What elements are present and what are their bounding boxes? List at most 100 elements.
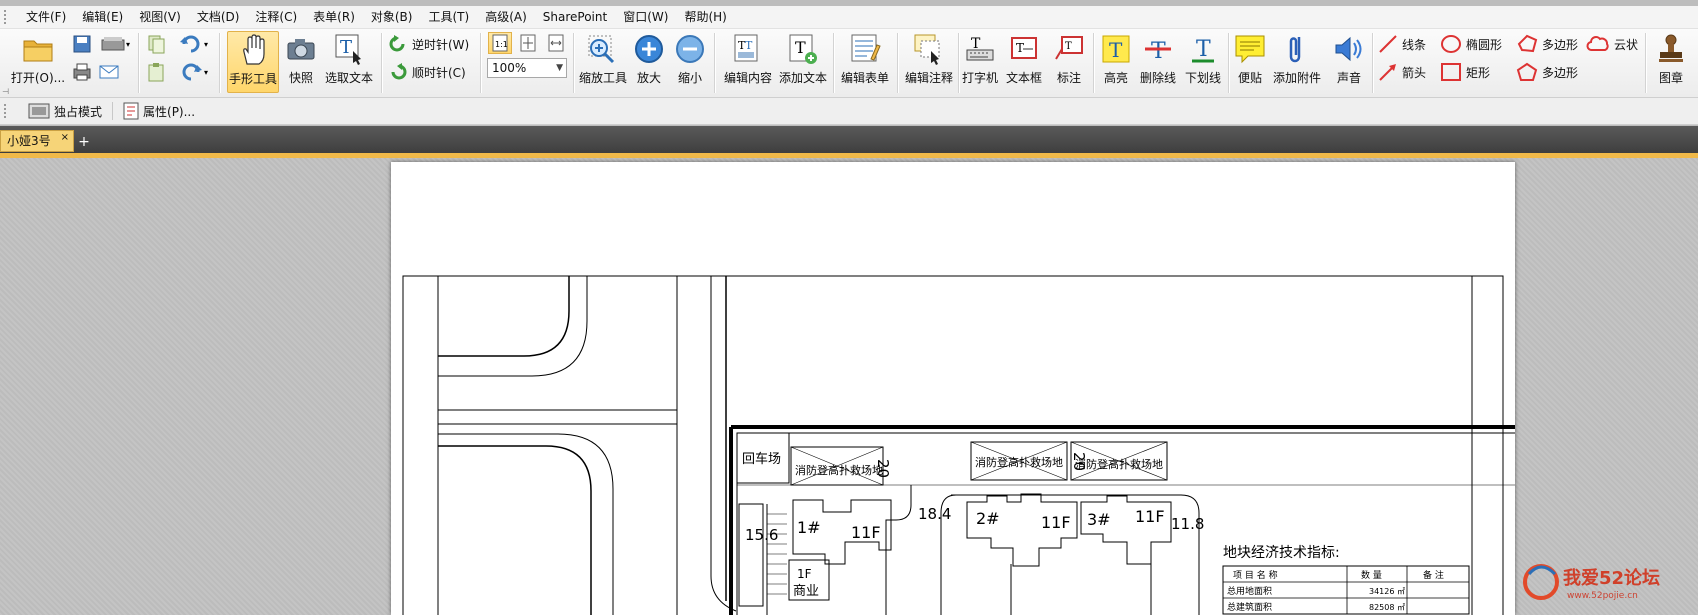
scanner-icon[interactable]: ▾ xyxy=(98,33,132,55)
separator xyxy=(381,33,383,93)
fit-width-icon[interactable] xyxy=(544,32,568,54)
toolbar-grip[interactable] xyxy=(4,104,18,118)
arrow-label: 箭头 xyxy=(1402,65,1427,80)
zoom-tool-button[interactable]: 缩放工具 xyxy=(577,31,629,93)
menu-item-5[interactable]: 表单(R) xyxy=(305,7,363,27)
menu-item-7[interactable]: 工具(T) xyxy=(420,7,477,27)
separator xyxy=(1645,33,1647,93)
arrow-tool[interactable]: 箭头 xyxy=(1378,61,1426,83)
polygon-icon xyxy=(1517,34,1538,53)
rectangle-tool[interactable]: 矩形 xyxy=(1440,61,1490,83)
table-cell: 82508 ㎡ xyxy=(1369,603,1405,612)
note-button[interactable]: 便贴 xyxy=(1232,31,1268,93)
callout-label: 标注 xyxy=(1056,71,1081,85)
edit-content-button[interactable]: TT 编辑内容 xyxy=(720,31,776,93)
cloud-tool[interactable]: 云状 xyxy=(1586,33,1638,55)
edit-form-label: 编辑表单 xyxy=(840,71,889,85)
separator xyxy=(833,33,835,93)
svg-text:T: T xyxy=(745,39,753,52)
copy-icon[interactable] xyxy=(144,33,168,55)
menu-grip[interactable] xyxy=(4,10,18,24)
menu-item-2[interactable]: 视图(V) xyxy=(131,7,189,27)
attach-label: 添加附件 xyxy=(1272,71,1321,85)
stamp-button[interactable]: 图章 xyxy=(1650,31,1692,93)
svg-text:T: T xyxy=(1016,41,1024,55)
email-icon[interactable] xyxy=(98,61,122,83)
menu-item-11[interactable]: 帮助(H) xyxy=(676,7,734,27)
label-dim-15-6: 15.6 xyxy=(745,526,778,544)
select-text-label: 选取文本 xyxy=(324,71,373,85)
save-icon[interactable] xyxy=(70,33,94,55)
select-text-button[interactable]: T 选取文本 xyxy=(321,31,377,93)
add-text-button[interactable]: T 添加文本 xyxy=(777,31,829,93)
paperclip-icon xyxy=(1281,33,1313,65)
table-cell: 总用地面积 xyxy=(1227,585,1272,597)
textbox-icon: T xyxy=(1008,33,1040,65)
edit-form-button[interactable]: 编辑表单 xyxy=(837,31,893,93)
rotate-ccw-button[interactable]: 逆时针(W) xyxy=(388,33,469,55)
edit-content-label: 编辑内容 xyxy=(723,71,772,85)
strikeout-button[interactable]: T 删除线 xyxy=(1137,31,1179,93)
strikeout-label: 删除线 xyxy=(1139,71,1176,85)
menu-item-3[interactable]: 文档(D) xyxy=(189,7,248,27)
document-tab[interactable]: 小娅3号 × xyxy=(0,130,74,152)
pdf-page[interactable]: 回车场 消防登高扑救场地 消防登高扑救场地 消防登高扑救场地 20 20 15.… xyxy=(391,162,1515,615)
menu-item-0[interactable]: 文件(F) xyxy=(18,7,74,27)
callout-icon: T xyxy=(1053,33,1085,65)
zoom-out-button[interactable]: 缩小 xyxy=(672,31,708,93)
note-label: 便贴 xyxy=(1237,71,1262,85)
sound-button[interactable]: 声音 xyxy=(1327,31,1371,93)
new-tab-icon[interactable]: + xyxy=(76,134,92,150)
table-header-qty: 数 量 xyxy=(1361,569,1382,581)
actual-size-icon[interactable]: 1:1 xyxy=(488,32,512,54)
menu-item-9[interactable]: SharePoint xyxy=(535,7,615,27)
label-dim-20-left: 20 xyxy=(874,459,892,478)
zoom-in-button[interactable]: 放大 xyxy=(632,31,666,93)
undo-icon[interactable]: ▾ xyxy=(176,33,214,55)
label-dim-20-right: 20 xyxy=(1070,452,1088,471)
menu-item-4[interactable]: 注释(C) xyxy=(247,7,305,27)
open-button[interactable]: 打开(O)... xyxy=(10,31,66,93)
menu-item-8[interactable]: 高级(A) xyxy=(477,7,535,27)
zoom-select[interactable]: 100% ▼ xyxy=(487,58,567,78)
print-icon[interactable] xyxy=(70,61,94,83)
cloud-icon xyxy=(1586,36,1609,51)
properties-button[interactable]: 属性(P)... xyxy=(117,100,201,122)
typewriter-button[interactable]: T 打字机 xyxy=(960,31,1000,93)
svg-text:T: T xyxy=(340,37,352,58)
line-tool[interactable]: 线条 xyxy=(1378,33,1426,55)
pentagon-tool[interactable]: 多边形 xyxy=(1516,61,1578,83)
highlight-label: 高亮 xyxy=(1103,71,1128,85)
zoom-tool-label: 缩放工具 xyxy=(578,71,627,85)
menu-item-6[interactable]: 对象(B) xyxy=(363,7,421,27)
edit-annotation-button[interactable]: 编辑注释 xyxy=(901,31,957,93)
menu-item-1[interactable]: 编辑(E) xyxy=(74,7,131,27)
callout-button[interactable]: T 标注 xyxy=(1050,31,1088,93)
fit-page-icon[interactable] xyxy=(516,32,540,54)
paste-icon[interactable] xyxy=(144,61,168,83)
select-text-icon: T xyxy=(333,33,365,65)
close-icon[interactable]: × xyxy=(61,128,69,148)
textbox-button[interactable]: T 文本框 xyxy=(1003,31,1045,93)
label-turnaround: 回车场 xyxy=(742,451,781,467)
zoom-tool-icon xyxy=(587,33,619,65)
hand-tool-button[interactable]: 手形工具 xyxy=(227,31,279,93)
highlight-icon: T xyxy=(1100,33,1132,65)
zoom-value: 100% xyxy=(492,61,527,75)
label-dim-11-8: 11.8 xyxy=(1171,515,1204,533)
label-fire-area-1: 消防登高扑救场地 xyxy=(795,463,883,477)
edit-content-icon: TT xyxy=(732,33,764,65)
underline-button[interactable]: T 下划线 xyxy=(1182,31,1224,93)
properties-icon xyxy=(123,102,139,120)
separator xyxy=(219,33,221,93)
redo-icon[interactable]: ▾ xyxy=(176,61,214,83)
highlight-button[interactable]: T 高亮 xyxy=(1098,31,1134,93)
ellipse-tool[interactable]: 椭圆形 xyxy=(1440,33,1502,55)
menu-item-10[interactable]: 窗口(W) xyxy=(615,7,676,27)
rotate-cw-button[interactable]: 顺时针(C) xyxy=(388,61,466,83)
polygon-tool[interactable]: 多边形 xyxy=(1516,33,1578,55)
attach-button[interactable]: 添加附件 xyxy=(1271,31,1323,93)
snapshot-button[interactable]: 快照 xyxy=(283,31,319,93)
watermark-url: www.52pojie.cn xyxy=(1567,591,1638,601)
exclusive-mode-button[interactable]: 独占模式 xyxy=(22,100,108,122)
